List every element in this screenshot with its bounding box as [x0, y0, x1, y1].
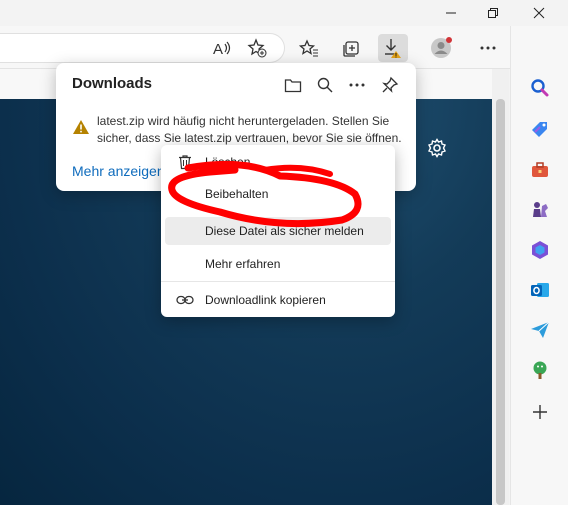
menu-item-label: Downloadlink kopieren: [205, 293, 326, 307]
settings-button[interactable]: [424, 135, 450, 161]
read-aloud-icon: A: [213, 41, 231, 56]
read-aloud-button[interactable]: A: [208, 34, 238, 62]
sidebar-shopping-button[interactable]: [528, 118, 552, 142]
search-icon: [531, 79, 549, 97]
sidebar-games-button[interactable]: [528, 198, 552, 222]
downloads-more-button[interactable]: [345, 73, 369, 97]
warning-icon: [73, 120, 89, 134]
gear-icon: [428, 138, 446, 158]
outlook-icon: [531, 283, 549, 297]
more-button[interactable]: [473, 34, 503, 62]
plus-icon: [533, 405, 547, 419]
tree-icon: [533, 361, 547, 379]
menu-item-learn-more[interactable]: Mehr erfahren: [165, 250, 391, 278]
sidebar-search-button[interactable]: [528, 76, 552, 100]
close-icon: [533, 7, 545, 19]
send-icon: [531, 321, 550, 338]
menu-item-delete[interactable]: Löschen: [165, 148, 391, 176]
link-icon: [176, 295, 194, 305]
menu-item-label: Beibehalten: [205, 187, 269, 201]
download-warning-message: latest.zip wird häufig nicht heruntergel…: [97, 114, 402, 145]
menu-item-label: Diese Datei als sicher melden: [205, 224, 364, 238]
menu-separator: [161, 281, 395, 282]
profile-icon: [431, 37, 452, 58]
menu-item-label: Löschen: [205, 155, 251, 169]
sidebar-drop-button[interactable]: [528, 318, 552, 342]
toolbar: A !: [0, 26, 568, 68]
downloads-title: Downloads: [72, 75, 153, 92]
restore-icon: [488, 8, 498, 18]
search-icon: [317, 77, 333, 93]
scrollbar[interactable]: [492, 69, 509, 505]
edge-sidebar: [510, 26, 568, 505]
title-bar: [0, 0, 568, 26]
favorites-icon: [299, 39, 318, 57]
menu-item-copy-link[interactable]: Downloadlink kopieren: [165, 286, 391, 314]
chess-piece-icon: [533, 202, 548, 217]
trash-icon: [179, 155, 191, 170]
sidebar-outlook-button[interactable]: [528, 278, 552, 302]
sidebar-add-button[interactable]: [528, 400, 552, 424]
add-favorite-button[interactable]: [242, 34, 272, 62]
menu-item-report-safe[interactable]: Diese Datei als sicher melden: [165, 217, 391, 245]
pin-downloads-button[interactable]: [378, 73, 402, 97]
download-context-menu: Löschen Beibehalten Diese Datei als sich…: [161, 145, 395, 317]
scrollbar-thumb[interactable]: [496, 99, 505, 505]
shopping-tag-icon: [532, 122, 547, 137]
sidebar-tree-button[interactable]: [528, 358, 552, 382]
add-favorite-icon: [247, 38, 267, 58]
profile-button[interactable]: [426, 34, 456, 62]
restore-button[interactable]: [470, 0, 516, 26]
search-downloads-button[interactable]: [313, 73, 337, 97]
minimize-icon: [446, 12, 456, 14]
minimize-button[interactable]: [428, 0, 474, 26]
pin-icon: [382, 76, 399, 93]
collections-button[interactable]: [337, 34, 367, 62]
downloads-icon: !: [385, 39, 401, 60]
svg-text:A: A: [213, 41, 223, 56]
menu-item-label: Mehr erfahren: [205, 257, 281, 271]
sidebar-office-button[interactable]: [528, 238, 552, 262]
sidebar-tools-button[interactable]: [528, 158, 552, 182]
toolbox-icon: [532, 162, 548, 177]
downloads-button[interactable]: !: [378, 34, 408, 62]
office-icon: [532, 241, 548, 259]
open-folder-button[interactable]: [281, 73, 305, 97]
svg-text:!: !: [395, 54, 397, 60]
more-icon: [349, 83, 365, 87]
collections-icon: [343, 41, 359, 57]
show-more-link[interactable]: Mehr anzeigen: [72, 163, 165, 179]
menu-item-keep[interactable]: Beibehalten: [165, 180, 391, 208]
close-button[interactable]: [516, 0, 562, 26]
folder-icon: [284, 79, 302, 93]
favorites-button[interactable]: [294, 34, 324, 62]
more-icon: [480, 46, 496, 50]
